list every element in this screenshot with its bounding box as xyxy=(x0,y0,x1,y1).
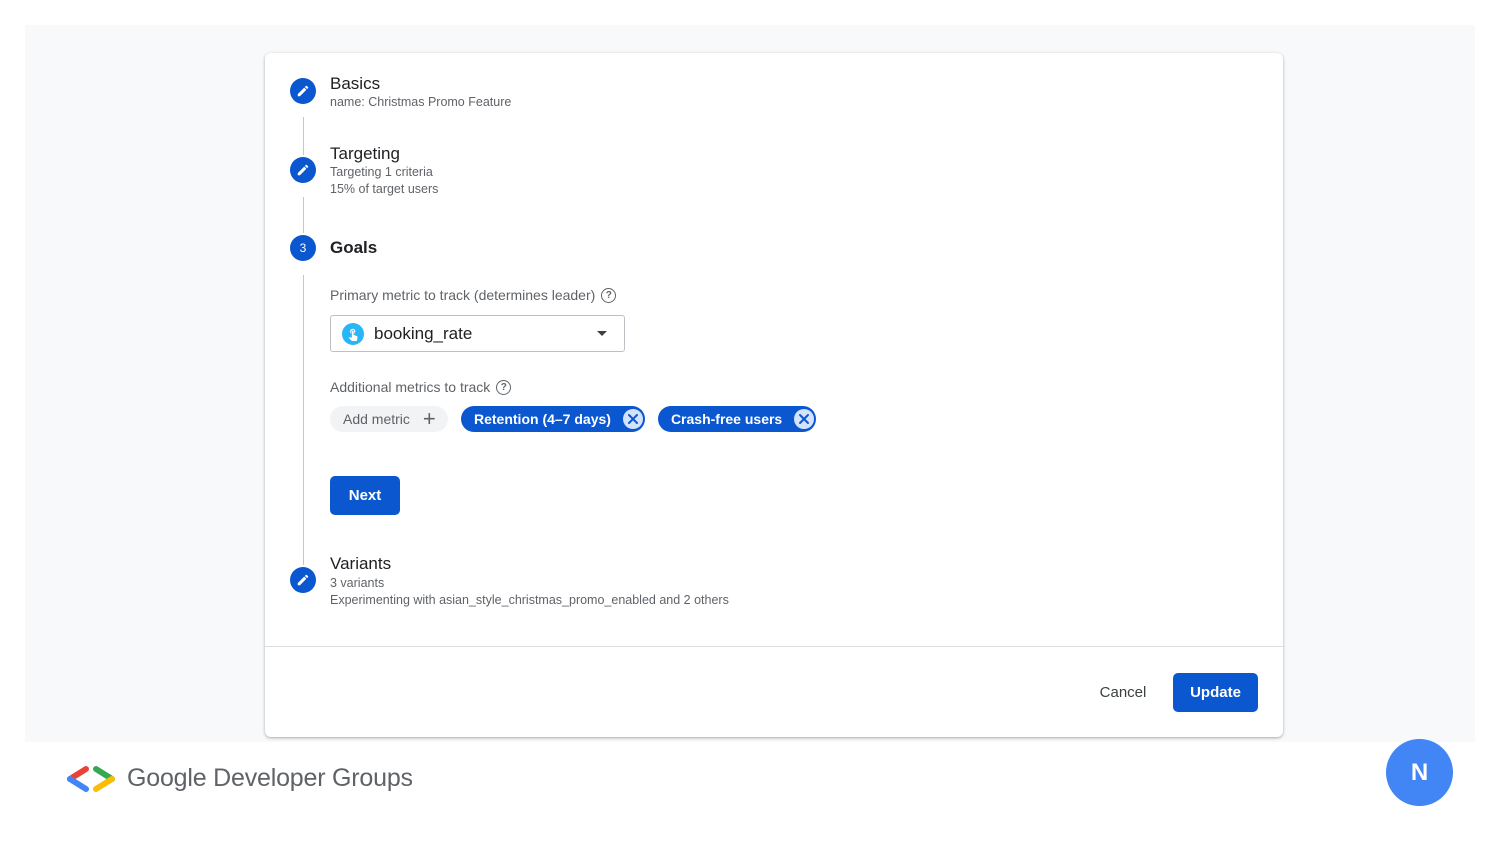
stepper-rail xyxy=(303,197,304,233)
brand-name: Google Developer Groups xyxy=(127,764,413,792)
close-icon xyxy=(799,414,810,424)
additional-metrics-label: Additional metrics to track ? xyxy=(330,379,512,395)
next-button[interactable]: Next xyxy=(330,476,400,515)
step-goals-title: Goals xyxy=(330,238,378,257)
add-metric-label: Add metric xyxy=(343,411,410,427)
help-icon[interactable]: ? xyxy=(496,379,512,395)
step-variants-subtitle: 3 variants xyxy=(330,576,385,590)
close-icon xyxy=(627,414,638,424)
card-footer-divider xyxy=(265,646,1283,647)
stepper-rail xyxy=(303,275,304,565)
remove-chip-button[interactable] xyxy=(794,409,815,429)
plus-icon: + xyxy=(422,406,436,431)
help-icon[interactable]: ? xyxy=(601,287,617,303)
stepper-rail xyxy=(303,117,304,155)
step-basics-title: Basics xyxy=(330,74,381,93)
step-basics-edit-button[interactable] xyxy=(290,78,316,104)
primary-metric-label: Primary metric to track (determines lead… xyxy=(330,287,617,303)
additional-metrics-chips: Add metric + Retention (4–7 days) Crash-… xyxy=(330,406,817,432)
step-goals-number: 3 xyxy=(290,235,316,261)
touch-metric-icon xyxy=(342,322,364,345)
metric-chip-retention: Retention (4–7 days) xyxy=(461,406,645,432)
chip-label: Crash-free users xyxy=(670,411,783,427)
step-number: 3 xyxy=(299,241,307,255)
step-variants-subtitle: Experimenting with asian_style_christmas… xyxy=(330,593,729,607)
add-metric-button[interactable]: Add metric + xyxy=(330,406,448,432)
chip-label: Retention (4–7 days) xyxy=(474,411,611,427)
update-button[interactable]: Update xyxy=(1173,673,1258,712)
additional-metrics-label-text: Additional metrics to track xyxy=(330,379,491,395)
gdg-brackets-icon xyxy=(67,765,115,792)
slide-background: Basics name: Christmas Promo Feature Tar… xyxy=(25,25,1475,742)
dropdown-caret-icon xyxy=(597,331,607,336)
gdg-logo: Google Developer Groups xyxy=(64,764,413,793)
remove-chip-button[interactable] xyxy=(622,409,643,429)
pencil-icon xyxy=(297,574,309,586)
step-targeting-edit-button[interactable] xyxy=(290,157,316,183)
metric-chip-crash-free: Crash-free users xyxy=(657,406,817,432)
primary-metric-value: booking_rate xyxy=(374,323,473,343)
step-basics-subtitle: name: Christmas Promo Feature xyxy=(330,95,512,109)
pencil-icon xyxy=(297,164,309,176)
step-targeting-subtitle: 15% of target users xyxy=(330,182,439,196)
experiment-editor-card: Basics name: Christmas Promo Feature Tar… xyxy=(265,53,1283,737)
primary-metric-select[interactable]: booking_rate xyxy=(330,315,625,352)
step-variants-edit-button[interactable] xyxy=(290,567,316,593)
cancel-button[interactable]: Cancel xyxy=(1087,673,1159,712)
step-variants-title: Variants xyxy=(330,554,392,573)
pencil-icon xyxy=(297,85,309,97)
primary-metric-label-text: Primary metric to track (determines lead… xyxy=(330,287,596,303)
step-targeting-subtitle: Targeting 1 criteria xyxy=(330,165,433,179)
step-targeting-title: Targeting xyxy=(330,144,400,163)
avatar[interactable]: N xyxy=(1386,739,1453,806)
